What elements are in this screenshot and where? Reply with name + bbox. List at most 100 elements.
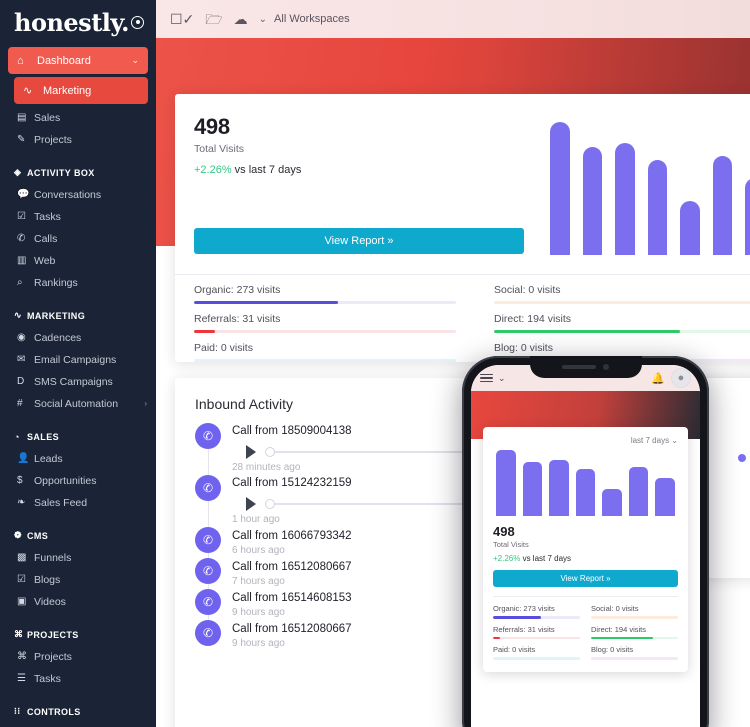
phone-metric-row: Organic: 273 visits (493, 604, 580, 619)
phone-metric-label: Blog: 0 visits (591, 645, 634, 654)
sidebar-item-cadences[interactable]: ◉ Cadences (0, 327, 156, 348)
phone-view-report-button[interactable]: View Report » (493, 570, 678, 587)
phone-metric-track (493, 636, 580, 639)
sidebar-item-sms-campaigns[interactable]: D SMS Campaigns (0, 371, 156, 392)
sidebar-item-blogs[interactable]: ☑ Blogs (0, 569, 156, 590)
folder-icon[interactable]: 🗁 (205, 12, 222, 26)
incoming-call-icon: ✆ (195, 589, 221, 615)
message-icon: D (17, 376, 25, 387)
sidebar-item-label: Projects (34, 133, 72, 146)
sidebar-pill-marketing[interactable]: ∿ Marketing (14, 77, 148, 104)
sidebar-group: ◉ Cadences ✉ Email Campaigns D SMS Campaigns #… (0, 327, 156, 414)
phone-metric-fill (591, 636, 653, 639)
sidebar-pill-group: ⌂ Dashboard ⌄ ∿ Marketing (0, 47, 156, 104)
sidebar-item-projects[interactable]: ⌘ Projects (0, 646, 156, 667)
sidebar-section-controls: ⁝⁝ CONTROLS (0, 703, 156, 720)
feather-icon: ✎ (17, 134, 26, 145)
bell-icon[interactable]: 🔔 (651, 372, 665, 385)
scrubber-handle[interactable] (265, 447, 275, 457)
chevron-down-icon[interactable]: ⌄ (259, 14, 267, 25)
metric-track (494, 330, 750, 333)
phone-chart-bar (496, 450, 516, 516)
sidebar-item-calls[interactable]: ✆ Calls (0, 228, 156, 249)
sidebar-item-funnels[interactable]: ▩ Funnels (0, 547, 156, 568)
phone-chart-bar (575, 468, 596, 516)
sidebar-item-opportunities[interactable]: $ Opportunities (0, 470, 156, 491)
phone-metric-label: Referrals: 31 visits (493, 624, 555, 634)
phone-chart-bar (602, 489, 622, 516)
phone-delta-suffix: vs last 7 days (520, 554, 572, 563)
phone-metric-label: Direct: 194 visits (591, 624, 647, 634)
phone-mockup: ⌄ 🔔 ● last 7 days ⌄ 498 Total Visits +2.… (462, 356, 709, 727)
camera-icon (603, 364, 609, 370)
phone-chart-bar (655, 477, 676, 516)
chevron-right-icon[interactable]: › (144, 399, 147, 408)
status-dot-icon (738, 454, 746, 462)
sidebar-item-rankings[interactable]: ⌕ Rankings (0, 272, 156, 293)
metric-row: Paid: 0 visits (189, 333, 461, 362)
sidebar-item-label: Funnels (34, 551, 72, 564)
user-plus-icon: 👤 (17, 453, 30, 464)
chevron-down-icon[interactable]: ⌄ (131, 55, 139, 66)
sidebar-item-web[interactable]: ▥ Web (0, 250, 156, 271)
sidebar-section-cms: ❁ CMS (0, 527, 156, 544)
metric-row: Direct: 194 visits (489, 304, 750, 333)
phone-traffic-metrics: Organic: 273 visits Social: 0 visits Refer… (493, 596, 678, 660)
sidebar-item-email-campaigns[interactable]: ✉ Email Campaigns (0, 349, 156, 370)
clock-icon: ◔ (14, 431, 20, 442)
phone-total-label: Total Visits (493, 540, 529, 549)
metric-label: Organic: 273 visits (194, 284, 281, 296)
scrubber-handle[interactable] (265, 499, 275, 509)
sidebar-item-videos[interactable]: ▣ Videos (0, 591, 156, 612)
sidebar-item-label: Sales Feed (34, 496, 88, 509)
metric-fill (194, 301, 339, 304)
sidebar-item-tasks[interactable]: ☑ Tasks (0, 206, 156, 227)
sidebar-item-sales-feed[interactable]: ❧ Sales Feed (0, 492, 156, 513)
date-range-selector[interactable]: last 7 days ⌄ (493, 436, 678, 445)
phone-delta-value: +2.26% (493, 554, 521, 563)
incoming-call-icon: ✆ (195, 423, 221, 449)
box-icon: ◈ (14, 167, 22, 177)
phone-screen: ⌄ 🔔 ● last 7 days ⌄ 498 Total Visits +2.… (471, 365, 700, 727)
metric-fill (494, 330, 681, 333)
sidebar-item-sales[interactable]: ▤ Sales (0, 107, 156, 128)
visits-bar-chart (550, 110, 750, 255)
phone-metric-row: Paid: 0 visits (493, 645, 580, 660)
sidebar: honestly. ⌂ Dashboard ⌄ ∿ Marketing ▤ Sales ✎ P… (0, 0, 156, 727)
play-icon[interactable] (246, 497, 256, 511)
sidebar-item-label: Email Campaigns (34, 353, 117, 366)
sidebar-item-label: Web (34, 254, 56, 267)
phone-metric-row: Direct: 194 visits (591, 624, 678, 639)
rss-icon: ❧ (17, 497, 26, 508)
hamburger-icon[interactable] (480, 373, 493, 383)
upload-cloud-icon[interactable]: ☁ (234, 12, 248, 26)
phone-metric-track (493, 657, 580, 660)
avatar[interactable]: ● (671, 368, 691, 388)
sidebar-item-social-automation[interactable]: # Social Automation › (0, 393, 156, 414)
sidebar-item-label: Tasks (34, 210, 61, 223)
sidebar-item-projects[interactable]: ✎ Projects (0, 129, 156, 150)
sidebar-item-label: Tasks (34, 672, 61, 685)
view-report-button[interactable]: View Report » (194, 228, 524, 254)
sidebar-item-leads[interactable]: 👤 Leads (0, 448, 156, 469)
play-icon[interactable] (246, 445, 256, 459)
sidebar-item-tasks[interactable]: ☰ Tasks (0, 668, 156, 689)
metric-label: Referrals: 31 visits (194, 313, 281, 325)
phone-metric-track (591, 657, 678, 660)
sidebar-item-label: Conversations (34, 188, 102, 201)
sidebar-item-conversations[interactable]: 💬 Conversations (0, 184, 156, 205)
sidebar-item-label: Social Automation (34, 397, 119, 410)
sidebar-pill-dashboard[interactable]: ⌂ Dashboard ⌄ (8, 47, 148, 74)
phone-metric-fill (493, 616, 541, 619)
total-visits-card: 498 Total Visits +2.26% vs last 7 days V… (175, 94, 750, 362)
traffic-metrics: Organic: 273 visits Referrals: 31 visits P… (175, 274, 750, 362)
phone-chart-bar (628, 466, 649, 516)
list-icon: ☰ (17, 673, 26, 684)
check-square-icon: ☑ (17, 211, 26, 222)
workspace-label[interactable]: All Workspaces (274, 13, 350, 25)
sidebar-item-label: Blogs (34, 573, 61, 586)
sidebar-sections: ◈ ACTIVITY BOX 💬 Conversations ☑ Tasks ✆ Calls ▥… (0, 164, 156, 720)
task-icon[interactable]: ☐✓ (170, 12, 194, 26)
chevron-down-icon[interactable]: ⌄ (498, 373, 506, 384)
metric-label: Social: 0 visits (494, 284, 561, 296)
